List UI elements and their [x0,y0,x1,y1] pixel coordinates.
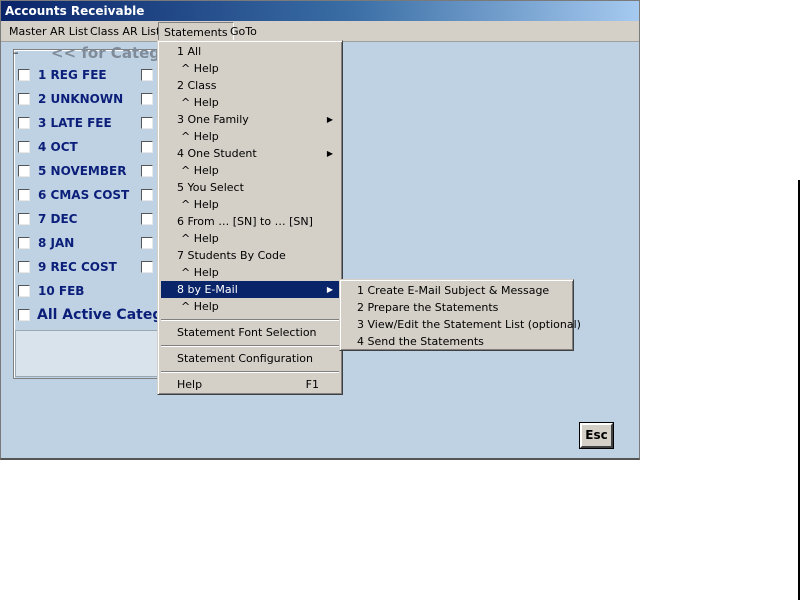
category-checkbox-4[interactable] [18,141,30,153]
menu-goto[interactable]: GoTo [225,22,262,41]
statements-item-one-student[interactable]: 4 One Student ▶ [161,145,339,162]
statement-font-selection[interactable]: Statement Font Selection [161,324,339,341]
category-checkbox-col2-6[interactable] [141,189,153,201]
category-checkbox-1[interactable] [18,69,30,81]
groupbox-corner: – [13,46,19,59]
one-student-label: 4 One Student [177,147,257,160]
category-checkbox-2[interactable] [18,93,30,105]
category-label-5: 5 NOVEMBER [38,164,127,178]
category-label-8: 8 JAN [38,236,75,250]
submenu-arrow-icon: ▶ [326,115,333,124]
statements-help-from-to[interactable]: ^ Help [161,230,339,247]
category-checkbox-col2-7[interactable] [141,213,153,225]
category-checkbox-9[interactable] [18,261,30,273]
statements-help-one-student[interactable]: ^ Help [161,162,339,179]
help-shortcut: F1 [305,378,319,391]
category-label-3: 3 LATE FEE [38,116,112,130]
statements-item-one-family[interactable]: 3 One Family ▶ [161,111,339,128]
menu-separator [161,371,339,373]
category-label-1: 1 REG FEE [38,68,107,82]
categories-header: << for Categ [51,44,159,62]
category-checkbox-col2-8[interactable] [141,237,153,249]
menubar: Master AR List Class AR List Statements … [1,21,639,42]
lower-panel [15,330,161,377]
menu-master-ar-list[interactable]: Master AR List [4,22,93,41]
category-label-9: 9 REC COST [38,260,117,274]
submenu-arrow-icon: ▶ [326,285,333,294]
by-email-label: 8 by E-Mail [177,283,238,296]
category-checkbox-col2-4[interactable] [141,141,153,153]
statements-help-item[interactable]: Help F1 [161,376,339,393]
email-send-statements[interactable]: 4 Send the Statements [343,333,570,350]
statements-item-from-to[interactable]: 6 From … [SN] to … [SN] [161,213,339,230]
menu-statements[interactable]: Statements [158,22,234,41]
statements-item-by-code[interactable]: 7 Students By Code [161,247,339,264]
email-prepare-statements[interactable]: 2 Prepare the Statements [343,299,570,316]
statements-help-by-code[interactable]: ^ Help [161,264,339,281]
category-checkbox-10[interactable] [18,285,30,297]
statements-help-class[interactable]: ^ Help [161,94,339,111]
email-create-subject[interactable]: 1 Create E-Mail Subject & Message [343,282,570,299]
statements-item-class[interactable]: 2 Class [161,77,339,94]
category-checkbox-col2-3[interactable] [141,117,153,129]
statements-item-all[interactable]: 1 All [161,43,339,60]
category-checkbox-5[interactable] [18,165,30,177]
category-label-4: 4 OCT [38,140,78,154]
category-label-2: 2 UNKNOWN [38,92,124,106]
category-label-7: 7 DEC [38,212,78,226]
one-family-label: 3 One Family [177,113,249,126]
all-active-label: All Active Categ [37,307,159,323]
category-checkbox-3[interactable] [18,117,30,129]
category-checkbox-7[interactable] [18,213,30,225]
all-active-checkbox[interactable] [18,309,30,321]
category-checkbox-col2-9[interactable] [141,261,153,273]
menu-class-ar-list[interactable]: Class AR List [85,22,165,41]
window-title: Accounts Receivable [1,1,639,21]
statements-item-by-email[interactable]: 8 by E-Mail ▶ [161,281,339,298]
help-label: Help [177,378,203,391]
category-label-6: 6 CMAS COST [38,188,130,202]
statements-help-you-select[interactable]: ^ Help [161,196,339,213]
statements-help-by-email[interactable]: ^ Help [161,298,339,315]
statements-help-one-family[interactable]: ^ Help [161,128,339,145]
statements-item-you-select[interactable]: 5 You Select [161,179,339,196]
category-checkbox-col2-1[interactable] [141,69,153,81]
menu-separator [161,345,339,347]
esc-button[interactable]: Esc [579,422,614,449]
category-checkbox-6[interactable] [18,189,30,201]
submenu-arrow-icon: ▶ [326,149,333,158]
category-checkbox-8[interactable] [18,237,30,249]
category-label-10: 10 FEB [38,284,85,298]
statements-help-all[interactable]: ^ Help [161,60,339,77]
email-view-edit-list[interactable]: 3 View/Edit the Statement List (optional… [343,316,581,333]
statements-menu: 1 All ^ Help 2 Class ^ Help 3 One Family… [157,40,343,395]
category-checkbox-col2-5[interactable] [141,165,153,177]
email-submenu: 1 Create E-Mail Subject & Message 2 Prep… [339,279,581,351]
menu-separator [161,319,339,321]
statement-configuration[interactable]: Statement Configuration [161,350,339,367]
category-checkbox-col2-2[interactable] [141,93,153,105]
